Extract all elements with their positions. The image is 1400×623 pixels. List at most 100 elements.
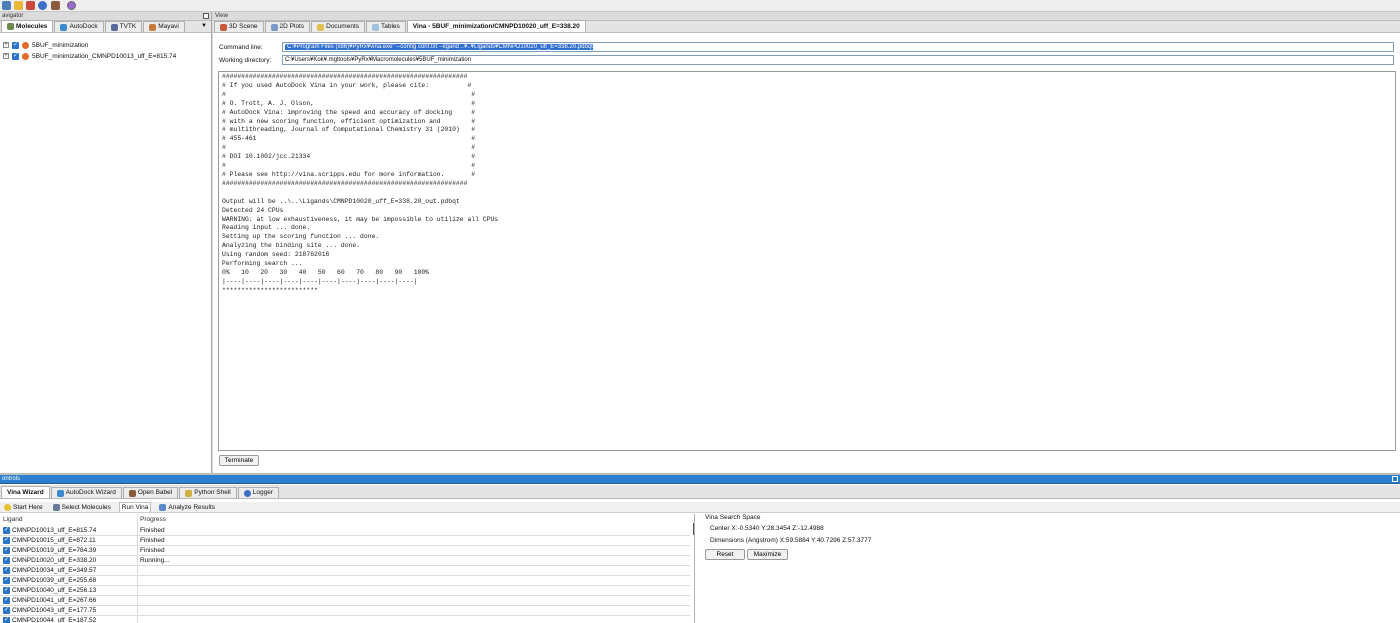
checkbox[interactable]: ✓: [3, 577, 10, 584]
tab-3d-scene[interactable]: 3D Scene: [214, 21, 264, 32]
tab-2d-plots[interactable]: 2D Plots: [264, 21, 311, 32]
search-space-title: Vina Search Space: [705, 514, 761, 521]
checkbox[interactable]: ✓: [3, 537, 10, 544]
tab-logger[interactable]: Logger: [237, 487, 279, 498]
tab-python-shell[interactable]: Python Shell: [179, 487, 237, 498]
wizard-icon: [56, 489, 64, 497]
main-toolbar: [0, 0, 1400, 12]
checkbox[interactable]: ✓: [3, 567, 10, 574]
vina-output-console[interactable]: ########################################…: [218, 71, 1396, 451]
pyrx-icon[interactable]: [2, 1, 11, 10]
tab-vina-wizard[interactable]: Vina Wizard: [1, 486, 50, 498]
controls-title: ontrols: [2, 476, 21, 482]
ligand-cell: ✓ CMNPD10020_uff_E=338.20: [3, 557, 96, 564]
table-row[interactable]: ✓ CMNPD10034_uff_E=349.57: [0, 566, 690, 576]
center-readout: Center X:-0.5340 Y:28.3454 Z:-12.4988: [710, 525, 824, 532]
wizard-steps: Start Here Select Molecules Run Vina Ana…: [0, 502, 1400, 513]
expand-icon[interactable]: +: [3, 42, 9, 48]
controls-tabs: Vina Wizard AutoDock Wizard Open Babel P…: [0, 485, 1400, 499]
tab-open-babel[interactable]: Open Babel: [122, 487, 179, 498]
table-row[interactable]: ✓ CMNPD10019_uff_E=784.39 Finished: [0, 546, 690, 556]
table-row[interactable]: ✓ CMNPD10043_uff_E=177.75: [0, 606, 690, 616]
tab-vina-run[interactable]: Vina - 5BUF_minimization/CMNPD10020_uff_…: [406, 20, 586, 32]
ligand-cell: ✓ CMNPD10040_uff_E=256.13: [3, 587, 96, 594]
command-line-label: Command line:: [219, 43, 263, 51]
scrollbar[interactable]: [693, 523, 694, 535]
checkbox[interactable]: ✓: [3, 557, 10, 564]
analyze-icon: [159, 503, 167, 511]
ligand-cell: ✓ CMNPD10034_uff_E=349.57: [3, 567, 96, 574]
open-icon[interactable]: [14, 1, 23, 10]
ligand-name: CMNPD10040_uff_E=256.13: [12, 587, 97, 594]
save-icon[interactable]: [26, 1, 35, 10]
checkbox[interactable]: ✓: [3, 597, 10, 604]
tab-tvtk[interactable]: TVTK: [104, 21, 143, 32]
maximize-icon[interactable]: [203, 13, 209, 19]
controls-header: ontrols: [0, 475, 1400, 484]
checkbox[interactable]: ✓: [3, 607, 10, 614]
view-header: View: [213, 12, 1400, 21]
tab-autodock[interactable]: AutoDock: [54, 21, 104, 32]
tab-documents[interactable]: Documents: [311, 21, 365, 32]
reset-button[interactable]: Reset: [705, 549, 745, 560]
ligand-name: CMNPD10015_uff_E=872.11: [12, 537, 96, 544]
checkbox[interactable]: ✓: [12, 52, 19, 60]
ligand-name: CMNPD10013_uff_E=815.74: [12, 527, 97, 534]
step-start-here[interactable]: Start Here: [2, 502, 45, 512]
help-icon[interactable]: [38, 1, 47, 10]
checkbox[interactable]: ✓: [3, 617, 10, 623]
document-icon: [317, 23, 325, 31]
step-run-vina[interactable]: Run Vina: [118, 502, 152, 512]
step-select-molecules[interactable]: Select Molecules: [51, 502, 113, 512]
checkbox[interactable]: ✓: [3, 527, 10, 534]
checkbox[interactable]: ✓: [3, 547, 10, 554]
table-row[interactable]: ✓ CMNPD10040_uff_E=256.13: [0, 586, 690, 596]
column-header-ligand[interactable]: Ligand: [3, 516, 23, 523]
ligand-cell: ✓ CMNPD10019_uff_E=784.39: [3, 547, 96, 554]
maximize-icon[interactable]: [1392, 476, 1398, 482]
ligand-cell: ✓ CMNPD10015_uff_E=872.11: [3, 537, 96, 544]
python-icon: [185, 489, 193, 497]
ligand-name: CMNPD10039_uff_E=255.68: [12, 577, 97, 584]
working-directory-row: Working directory: C:¥Users¥Kok¥.mgltool…: [219, 55, 1394, 65]
table-row[interactable]: ✓ CMNPD10015_uff_E=872.11 Finished: [0, 536, 690, 546]
checkbox[interactable]: ✓: [12, 41, 19, 49]
ligand-name: CMNPD10034_uff_E=349.57: [12, 567, 97, 574]
maximize-button[interactable]: Maximize: [747, 549, 788, 560]
table-row[interactable]: ✓ CMNPD10020_uff_E=338.20 Running...: [0, 556, 690, 566]
command-line-row: Command line: "C:¥Program Files (x86)¥Py…: [219, 42, 1394, 52]
settings-icon[interactable]: [51, 1, 60, 10]
ligand-name: CMNPD10019_uff_E=784.39: [12, 547, 97, 554]
column-header-progress[interactable]: Progress: [140, 516, 166, 523]
navigator-title: avigator: [2, 13, 24, 19]
table-row[interactable]: ✓ CMNPD10039_uff_E=255.68: [0, 576, 690, 586]
ligand-name: CMNPD10041_uff_E=267.66: [12, 597, 97, 604]
ligand-name: CMNPD10020_uff_E=338.20: [12, 557, 97, 564]
working-directory-input[interactable]: C:¥Users¥Kok¥.mgltools¥PyRx¥Macromolecul…: [282, 55, 1394, 65]
table-row[interactable]: ✓ CMNPD10044_uff_E=187.52: [0, 616, 690, 623]
molecule-icon: [22, 41, 29, 49]
progress-cell: Finished: [140, 547, 165, 554]
tab-tables[interactable]: Tables: [366, 21, 406, 32]
table-row[interactable]: ✓ CMNPD10013_uff_E=815.74 Finished: [0, 526, 690, 536]
command-line-input[interactable]: "C:¥Program Files (x86)¥PyRx¥vina.exe" -…: [282, 42, 1394, 52]
tree-item[interactable]: + ✓ 5BUF_minimization_CMNPD10013_uff_E=8…: [3, 51, 176, 61]
step-analyze-results[interactable]: Analyze Results: [157, 502, 217, 512]
tab-molecules[interactable]: Molecules: [1, 20, 54, 32]
tab-autodock-wizard[interactable]: AutoDock Wizard: [50, 487, 122, 498]
checkbox[interactable]: ✓: [3, 587, 10, 594]
tab-mayavi[interactable]: Mayavi: [143, 21, 185, 32]
about-icon[interactable]: [67, 1, 76, 10]
molecule-icon: [22, 52, 29, 60]
ligand-cell: ✓ CMNPD10013_uff_E=815.74: [3, 527, 96, 534]
expand-icon[interactable]: +: [3, 53, 9, 59]
terminate-button[interactable]: Terminate: [219, 455, 259, 466]
ligand-cell: ✓ CMNPD10043_uff_E=177.75: [3, 607, 96, 614]
bulb-icon: [4, 503, 11, 511]
tree-item[interactable]: + ✓ 5BUF_minimization: [3, 40, 88, 50]
chevron-down-icon[interactable]: ▼: [201, 23, 207, 29]
mayavi-icon: [149, 23, 157, 31]
ligand-name: CMNPD10044_uff_E=187.52: [12, 617, 97, 623]
navigator-tabs: Molecules AutoDock TVTK Mayavi ▼: [0, 20, 211, 33]
table-row[interactable]: ✓ CMNPD10041_uff_E=267.66: [0, 596, 690, 606]
